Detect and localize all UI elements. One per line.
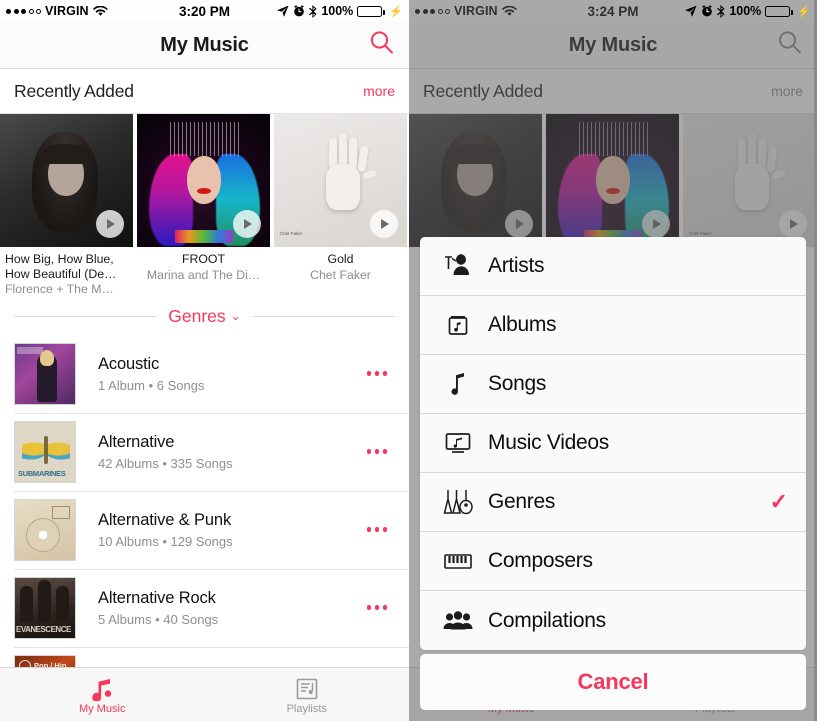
people-icon <box>438 610 478 632</box>
genre-title: Alternative & Punk <box>98 510 232 529</box>
divider-left <box>14 315 157 317</box>
more-options-icon[interactable] <box>366 527 387 532</box>
genres-label: Genres <box>168 305 226 326</box>
more-options-icon[interactable] <box>366 449 387 454</box>
sheet-item-composers[interactable]: Composers <box>420 532 806 591</box>
album-artwork <box>0 114 133 247</box>
sheet-item-label: Music Videos <box>488 431 609 454</box>
sheet-item-label: Artists <box>488 254 545 277</box>
checkmark-icon: ✓ <box>769 489 788 514</box>
action-sheet: Artists Albums Songs Music Videos Genres… <box>420 237 806 650</box>
charging-bolt-icon: ⚡ <box>797 5 811 18</box>
music-note-icon <box>90 675 114 701</box>
album-card[interactable]: FROOT Marina and The Di… <box>137 114 270 297</box>
genre-title: Alternative <box>98 432 175 451</box>
play-button[interactable] <box>370 210 398 238</box>
recently-added-header: Recently Added more <box>0 69 409 114</box>
dual-screenshot: VIRGIN 3:20 PM 100% ⚡ My Music Recently … <box>0 0 817 721</box>
battery-icon <box>765 5 793 17</box>
right-phone-screen: VIRGIN 3:24 PM 100% ⚡ <box>409 0 817 721</box>
sheet-item-label: Composers <box>488 549 593 572</box>
genre-title: Acoustic <box>98 354 160 373</box>
sheet-item-label: Albums <box>488 313 557 336</box>
album-artwork <box>137 114 270 247</box>
battery-icon <box>357 5 385 17</box>
sheet-item-music-videos[interactable]: Music Videos <box>420 414 806 473</box>
navigation-bar: My Music <box>0 22 409 69</box>
sheet-item-songs[interactable]: Songs <box>420 355 806 414</box>
cancel-button[interactable]: Cancel <box>420 654 806 710</box>
cancel-label: Cancel <box>577 669 649 694</box>
genre-artwork: SUBMARINES <box>14 420 76 483</box>
play-button[interactable] <box>96 210 124 238</box>
album-card[interactable]: How Big, How Blue, How Beautiful (De… Fl… <box>0 114 133 297</box>
table-row[interactable]: EVANESCENCE Alternative Rock 5 Albums • … <box>0 568 409 647</box>
chevron-down-icon: ⌄ <box>230 309 241 323</box>
genre-artwork: EVANESCENCE <box>14 576 76 639</box>
album-artist: Florence + The M… <box>5 282 114 296</box>
sheet-item-compilations[interactable]: Compilations <box>420 591 806 650</box>
battery-percent-label: 100% <box>729 4 762 18</box>
table-row[interactable]: SUBMARINES Alternative 42 Albums • 335 S… <box>0 412 409 491</box>
genre-subtitle: 5 Albums • 40 Songs <box>98 611 219 627</box>
alarm-clock-icon <box>293 5 305 17</box>
status-bar-right: 100% ⚡ <box>685 4 811 18</box>
sheet-item-label: Genres <box>488 490 556 513</box>
genre-artwork <box>14 498 76 561</box>
more-options-icon[interactable] <box>366 605 387 610</box>
genre-subtitle: 10 Albums • 129 Songs <box>98 533 233 549</box>
location-arrow-icon <box>277 5 289 17</box>
play-button[interactable] <box>233 210 261 238</box>
section-title: Recently Added <box>14 80 134 101</box>
table-row[interactable]: Acoustic 1 Album • 6 Songs <box>0 335 409 413</box>
more-link[interactable]: more <box>363 83 395 99</box>
location-arrow-icon <box>685 5 697 17</box>
genre-list: Acoustic 1 Album • 6 Songs SUBMARINES Al… <box>0 334 409 721</box>
tab-label: Playlists <box>286 702 327 715</box>
sheet-item-genres[interactable]: Genres ✓ <box>420 473 806 532</box>
artist-microphone-icon <box>438 253 478 279</box>
bluetooth-icon <box>309 4 317 18</box>
bluetooth-icon <box>717 4 725 18</box>
album-artist: Chet Faker <box>310 267 371 282</box>
sheet-item-albums[interactable]: Albums <box>420 296 806 355</box>
sheet-item-label: Songs <box>488 372 547 395</box>
battery-percent-label: 100% <box>321 4 354 18</box>
genre-subtitle: 42 Albums • 335 Songs <box>98 455 233 471</box>
album-card[interactable]: Chet Faker Gold Chet Faker <box>274 114 407 297</box>
status-bar-right: 100% ⚡ <box>277 4 403 18</box>
album-title: Gold <box>327 252 354 266</box>
sheet-item-label: Compilations <box>488 608 606 632</box>
more-options-icon[interactable] <box>366 371 387 376</box>
genres-selector-bar: Genres ⌄ <box>0 296 409 335</box>
guitars-icon <box>438 488 478 516</box>
piano-icon <box>438 550 478 572</box>
album-artwork: Chet Faker <box>274 114 407 247</box>
genres-dropdown-button[interactable]: Genres ⌄ <box>156 306 252 327</box>
search-icon[interactable] <box>369 30 395 61</box>
album-title: FROOT <box>181 252 226 266</box>
recently-added-albums: How Big, How Blue, How Beautiful (De… Fl… <box>0 114 409 297</box>
tab-playlists[interactable]: Playlists <box>205 668 410 721</box>
album-title: How Big, How Blue, How Beautiful (De… <box>5 252 117 281</box>
genre-subtitle: 1 Album • 6 Songs <box>98 377 205 393</box>
music-video-icon <box>438 430 478 456</box>
music-note-icon <box>438 371 478 397</box>
status-bar: VIRGIN 3:20 PM 100% ⚡ <box>0 0 409 22</box>
album-artist: Marina and The Di… <box>146 267 261 282</box>
page-title: My Music <box>160 33 249 56</box>
genre-artwork <box>14 342 76 405</box>
table-row[interactable]: Alternative & Punk 10 Albums • 129 Songs <box>0 490 409 569</box>
playlist-icon <box>295 675 319 701</box>
left-phone-screen: VIRGIN 3:20 PM 100% ⚡ My Music Recently … <box>0 0 409 721</box>
tab-bar: My Music Playlists <box>0 667 409 721</box>
tab-label: My Music <box>79 702 126 715</box>
album-icon <box>438 312 478 338</box>
genre-title: Alternative Rock <box>98 588 216 607</box>
divider-right <box>252 315 396 317</box>
sheet-item-artists[interactable]: Artists <box>420 237 806 296</box>
tab-my-music[interactable]: My Music <box>0 668 205 721</box>
alarm-clock-icon <box>701 5 713 17</box>
charging-bolt-icon: ⚡ <box>389 5 403 18</box>
